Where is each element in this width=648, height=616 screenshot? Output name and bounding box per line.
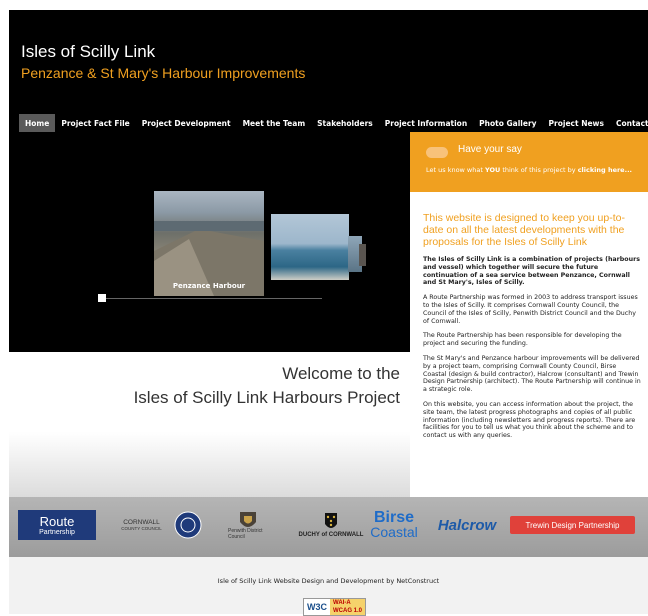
nav-project-fact-file[interactable]: Project Fact File xyxy=(55,114,135,134)
trewin-design-partnership-logo[interactable]: Trewin Design Partnership xyxy=(510,516,635,534)
birse-coastal-logo[interactable]: Birse Coastal xyxy=(369,510,419,540)
paragraph-3: The Route Partnership has been responsib… xyxy=(423,332,622,348)
welcome-banner: Welcome to the Isles of Scilly Link Harb… xyxy=(9,352,410,497)
carousel-photo-beach[interactable] xyxy=(271,214,349,280)
nav-home[interactable]: Home xyxy=(19,114,56,134)
route-partnership-logo[interactable]: Route Partnership xyxy=(18,510,96,540)
welcome-heading-line1: Welcome to the xyxy=(282,364,400,383)
paragraph-2: A Route Partnership was formed in 2003 t… xyxy=(423,294,638,325)
duchy-shield-icon xyxy=(325,513,337,528)
penwith-logo-text: Penwith District Council xyxy=(228,528,263,540)
intro-text: This website is designed to keep you up-… xyxy=(423,212,625,248)
cornwall-logo-subtext: COUNTY COUNCIL xyxy=(121,526,162,531)
cornwall-county-council-logo[interactable]: CORNWALL COUNTY COUNCIL xyxy=(119,510,164,540)
halcrow-logo[interactable]: Halcrow xyxy=(433,510,501,540)
harbour-wall-graphic xyxy=(154,221,264,296)
carousel-slider-handle[interactable] xyxy=(98,294,106,302)
coastal-logo-text: Coastal xyxy=(370,524,418,540)
nav-contact-us[interactable]: Contact Us xyxy=(610,114,648,134)
isles-of-scilly-council-logo[interactable] xyxy=(173,510,203,540)
carousel-caption: Penzance Harbour xyxy=(172,282,246,290)
page: Isles of Scilly Link Penzance & St Mary'… xyxy=(9,10,648,616)
paragraph-5: On this website, you can access informat… xyxy=(423,400,636,440)
welcome-heading-line2: Isles of Scilly Link Harbours Project xyxy=(133,388,400,407)
photo-carousel: Penzance Harbour xyxy=(9,132,410,352)
have-your-say-title: Have your say xyxy=(458,144,522,155)
nav-project-information[interactable]: Project Information xyxy=(379,114,473,134)
main-nav: Home Project Fact File Project Developme… xyxy=(19,114,648,134)
nav-project-development[interactable]: Project Development xyxy=(136,114,237,134)
speech-bubble-icon xyxy=(426,147,448,158)
birse-logo-text: Birse xyxy=(373,509,415,526)
wai-badge-line1: WAI-A xyxy=(333,600,351,606)
w3c-badge-text: W3C xyxy=(304,599,330,615)
wai-badge-line2: WCAG 1.0 xyxy=(333,608,363,614)
carousel-photo-penzance-harbour[interactable] xyxy=(154,191,264,296)
say-text-mid: think of this project by xyxy=(500,166,578,174)
crest-icon xyxy=(240,512,256,527)
duchy-logo-text: DUCHY of CORNWALL xyxy=(298,532,364,538)
council-seal-icon xyxy=(174,511,202,539)
partner-logos: Route Partnership CORNWALL COUNTY COUNCI… xyxy=(9,497,648,557)
site-subtitle: Penzance & St Mary's Harbour Improvement… xyxy=(21,65,306,81)
site-header: Isles of Scilly Link Penzance & St Mary'… xyxy=(9,10,648,110)
w3c-wai-badge[interactable]: W3C WAI-A WCAG 1.0 xyxy=(303,598,367,616)
have-your-say-box[interactable]: Have your say Let us know what YOU think… xyxy=(410,132,648,192)
carousel-photo-thumb-small[interactable] xyxy=(359,244,366,266)
duchy-of-cornwall-logo[interactable]: DUCHY of CORNWALL xyxy=(296,510,366,540)
nav-meet-the-team[interactable]: Meet the Team xyxy=(237,114,312,134)
have-your-say-text: Let us know what YOU think of this proje… xyxy=(426,166,632,174)
paragraph-4: The St Mary's and Penzance harbour impro… xyxy=(423,354,641,394)
nav-stakeholders[interactable]: Stakeholders xyxy=(311,114,379,134)
carousel-slider-track[interactable] xyxy=(102,298,322,299)
sidebar-content: This website is designed to keep you up-… xyxy=(423,212,641,447)
clicking-here-link[interactable]: clicking here... xyxy=(578,166,632,174)
nav-photo-gallery[interactable]: Photo Gallery xyxy=(473,114,542,134)
site-footer: Isle of Scilly Link Website Design and D… xyxy=(9,557,648,616)
penwith-district-council-logo[interactable]: Penwith District Council xyxy=(228,510,268,540)
wai-badge-text: WAI-A WCAG 1.0 xyxy=(330,599,366,615)
nav-project-news[interactable]: Project News xyxy=(543,114,610,134)
site-title[interactable]: Isles of Scilly Link xyxy=(21,42,155,62)
footer-credit[interactable]: Isle of Scilly Link Website Design and D… xyxy=(9,577,648,585)
paragraph-1: The Isles of Scilly Link is a combinatio… xyxy=(423,256,640,287)
sidebar: Have your say Let us know what YOU think… xyxy=(410,132,648,497)
cornwall-logo-text: CORNWALL xyxy=(123,519,160,526)
say-text-prefix: Let us know what xyxy=(426,166,485,174)
say-text-you: YOU xyxy=(484,166,501,174)
route-logo-text: Route xyxy=(39,514,75,529)
route-logo-subtext: Partnership xyxy=(39,529,75,536)
